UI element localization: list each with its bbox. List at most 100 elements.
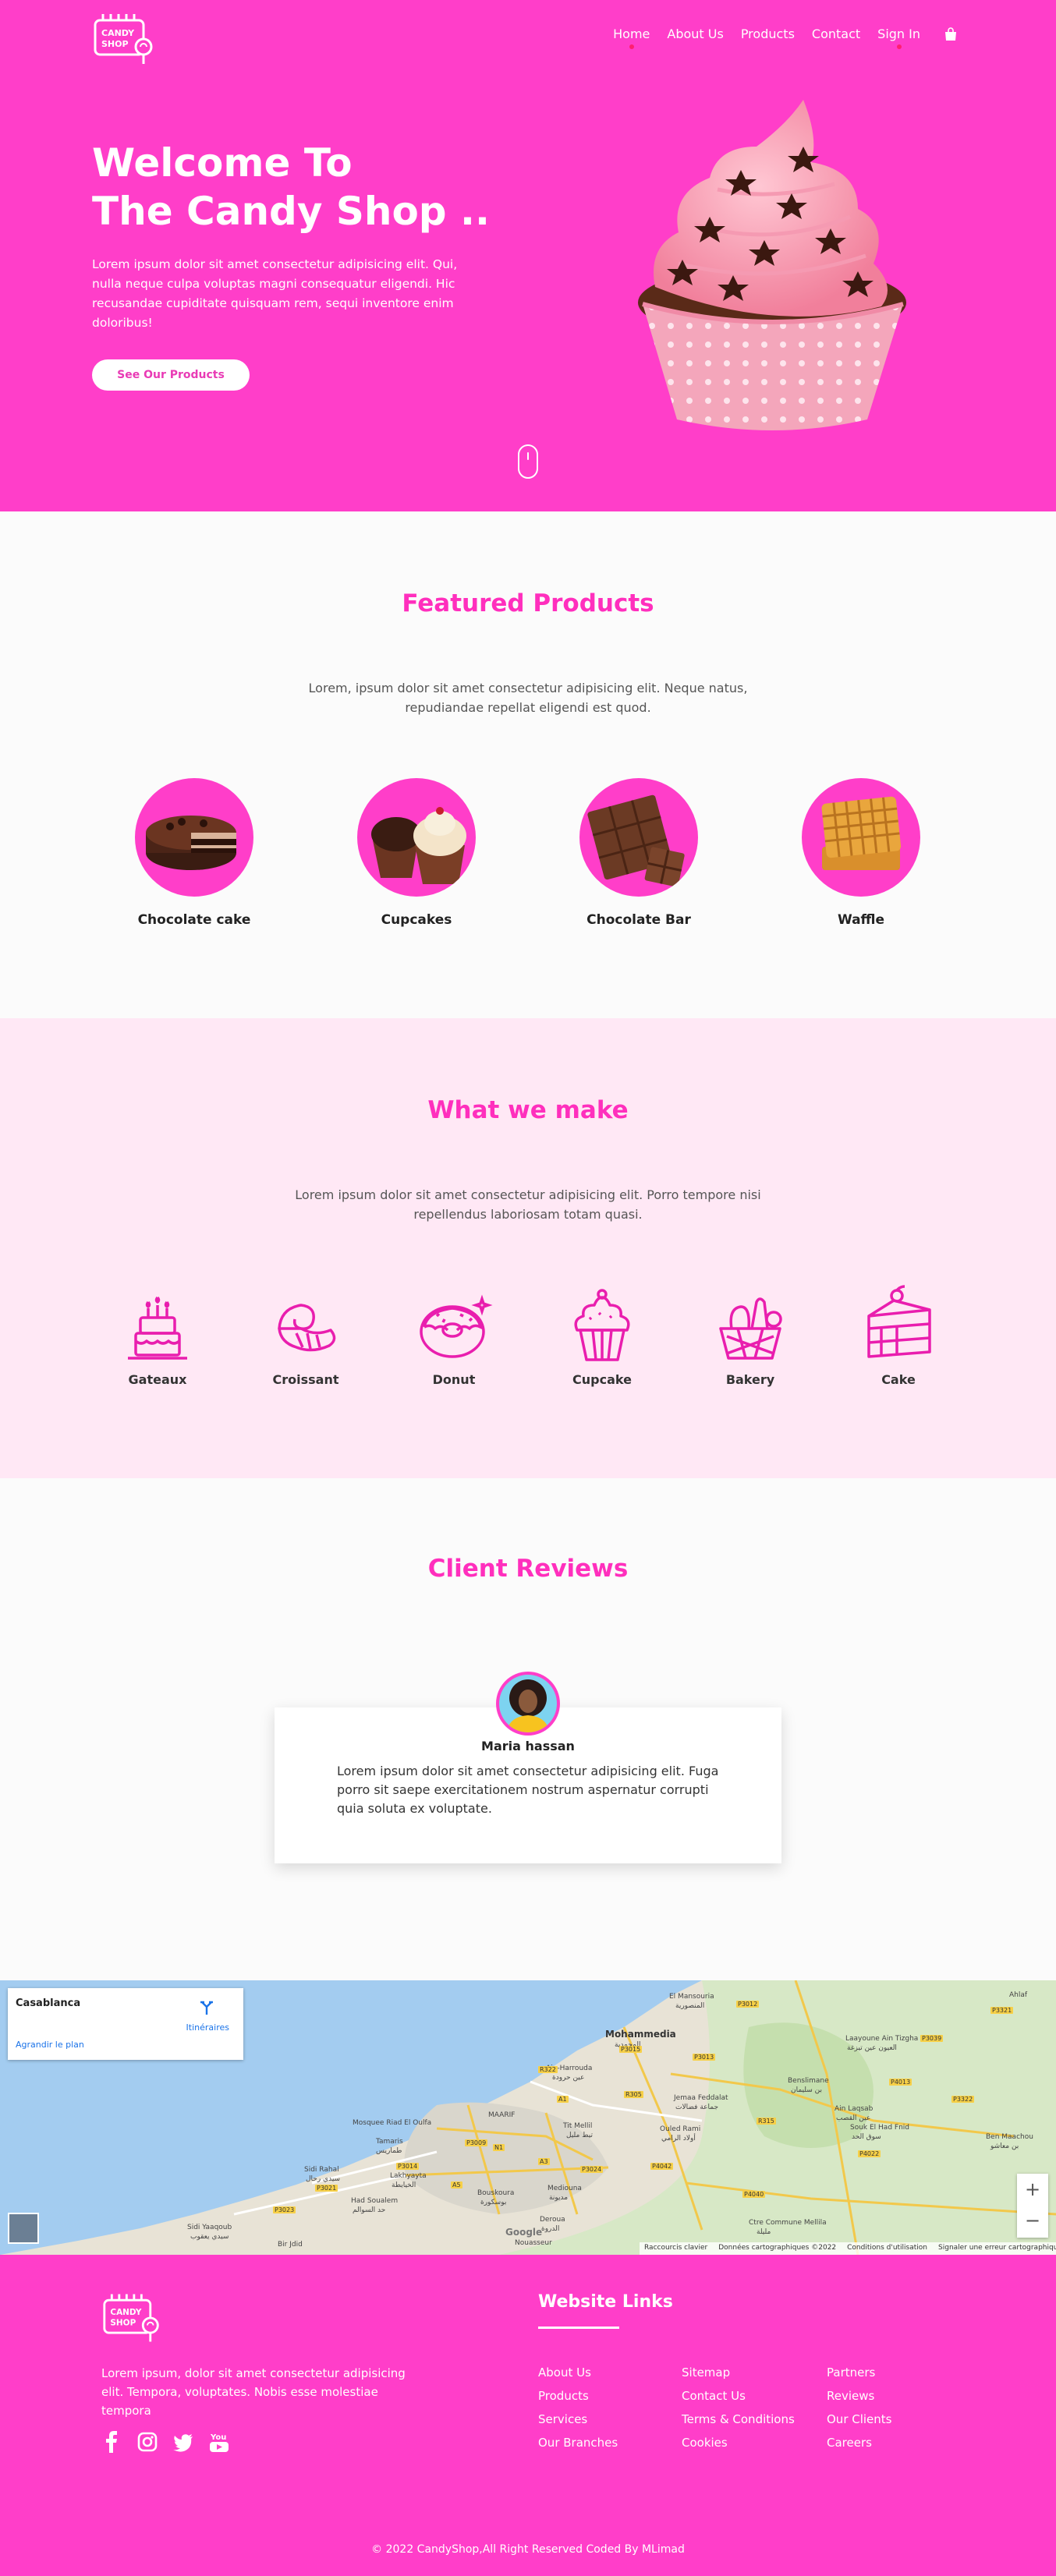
directions-icon[interactable] bbox=[198, 1999, 215, 2016]
directions-link[interactable]: Itinéraires bbox=[186, 2022, 229, 2033]
map-road: R322 bbox=[538, 2066, 558, 2073]
footer-link[interactable]: Our Branches bbox=[538, 2431, 618, 2454]
make-name: Cake bbox=[881, 1372, 916, 1387]
zoom-in-button[interactable]: + bbox=[1017, 2174, 1048, 2205]
review-text: Lorem ipsum dolor sit amet consectetur a… bbox=[337, 1764, 719, 1816]
footer-about: Lorem ipsum, dolor sit amet consectetur … bbox=[101, 2366, 406, 2418]
make-list: Gateaux Croissant Donut Cupcake Bakery C… bbox=[0, 1285, 1056, 1394]
product-list: Chocolate cake Cupcakes Chocolate Bar Wa… bbox=[0, 778, 1056, 942]
map-label: بن سليمان bbox=[791, 2086, 823, 2094]
map-road: P4042 bbox=[650, 2163, 674, 2170]
footer-link[interactable]: Products bbox=[538, 2384, 618, 2408]
map-label: Bouskoura bbox=[477, 2189, 515, 2197]
logo-text-2: SHOP bbox=[110, 2319, 136, 2328]
map-label: Benslimane bbox=[788, 2077, 829, 2085]
nav-home[interactable]: Home bbox=[613, 27, 650, 49]
map-label: جماعة فضالات bbox=[675, 2104, 719, 2111]
youtube-icon[interactable]: You bbox=[209, 2431, 229, 2453]
footer-link[interactable]: Cookies bbox=[682, 2431, 795, 2454]
nav-products[interactable]: Products bbox=[741, 27, 795, 41]
terms-link[interactable]: Conditions d'utilisation bbox=[847, 2244, 927, 2253]
make-item[interactable]: Cake bbox=[844, 1285, 953, 1387]
nav-contact[interactable]: Contact bbox=[812, 27, 860, 41]
footer: CANDY SHOP Lorem ipsum, dolor sit amet c… bbox=[0, 2255, 1056, 2576]
map-road: P4022 bbox=[858, 2150, 881, 2157]
map-road: P3021 bbox=[315, 2185, 338, 2192]
mouse-scroll-icon[interactable] bbox=[518, 444, 538, 479]
map-road: P3322 bbox=[951, 2096, 975, 2103]
enlarge-map-link[interactable]: Agrandir le plan bbox=[16, 2040, 84, 2050]
make-item[interactable]: Bakery bbox=[696, 1285, 805, 1387]
map-road: P3013 bbox=[693, 2054, 716, 2061]
location-map[interactable]: Mohammedia المحمدية El Mansouria المنصور… bbox=[0, 1980, 1056, 2255]
map-road: R305 bbox=[624, 2091, 643, 2098]
map-label: Ahlaf bbox=[1009, 1991, 1028, 1999]
product-card[interactable]: Waffle bbox=[767, 778, 955, 928]
product-card[interactable]: Cupcakes bbox=[323, 778, 510, 928]
facebook-icon[interactable] bbox=[101, 2431, 122, 2453]
make-name: Gateaux bbox=[128, 1372, 187, 1387]
map-label: MAARIF bbox=[488, 2111, 516, 2119]
make-name: Bakery bbox=[725, 1372, 775, 1387]
nav-about[interactable]: About Us bbox=[667, 27, 723, 41]
make-item[interactable]: Donut bbox=[399, 1285, 509, 1387]
map-road: N1 bbox=[493, 2144, 505, 2151]
nav-sign-in[interactable]: Sign In bbox=[877, 27, 920, 49]
map-label: بن معاشو bbox=[990, 2143, 1019, 2150]
map-label: عين القصب bbox=[836, 2114, 871, 2122]
hero-title: Welcome To The Candy Shop .. bbox=[92, 139, 490, 235]
satellite-toggle[interactable] bbox=[8, 2213, 39, 2244]
footer-link[interactable]: Services bbox=[538, 2408, 618, 2431]
donut-icon bbox=[420, 1294, 493, 1358]
product-name: Cupcakes bbox=[381, 912, 452, 928]
map-road: A1 bbox=[557, 2096, 569, 2103]
map-label: El Mansouria bbox=[669, 1993, 714, 2001]
avatar bbox=[496, 1672, 560, 1736]
cupcakes-image bbox=[357, 778, 476, 897]
twitter-icon[interactable] bbox=[173, 2431, 193, 2453]
map-data-text: Données cartographiques ©2022 bbox=[718, 2244, 837, 2252]
logo-text-1: CANDY bbox=[110, 2308, 141, 2317]
map-label: Had Soualem bbox=[351, 2197, 399, 2205]
footer-link[interactable]: Our Clients bbox=[827, 2408, 892, 2431]
hero-section: CANDY SHOP Home About Us Products Contac… bbox=[0, 0, 1056, 511]
keyboard-shortcuts-link[interactable]: Raccourcis clavier bbox=[644, 2244, 707, 2253]
map-label: Sidi Yaaqoub bbox=[187, 2224, 232, 2231]
instagram-icon[interactable] bbox=[137, 2431, 158, 2453]
map-label: طماريس bbox=[376, 2147, 402, 2155]
zoom-out-button[interactable]: − bbox=[1017, 2205, 1048, 2236]
make-item[interactable]: Gateaux bbox=[103, 1285, 212, 1387]
make-item[interactable]: Croissant bbox=[251, 1285, 360, 1387]
footer-link[interactable]: Partners bbox=[827, 2361, 892, 2384]
footer-link[interactable]: Terms & Conditions bbox=[682, 2408, 795, 2431]
candy-shop-logo[interactable]: CANDY SHOP bbox=[101, 2291, 162, 2345]
make-item[interactable]: Cupcake bbox=[547, 1285, 657, 1387]
map-label: الخيايطة bbox=[392, 2181, 416, 2189]
product-card[interactable]: Chocolate Bar bbox=[545, 778, 732, 928]
map-road: P4040 bbox=[742, 2191, 766, 2198]
footer-link[interactable]: Reviews bbox=[827, 2384, 892, 2408]
footer-link[interactable]: Contact Us bbox=[682, 2384, 795, 2408]
product-card[interactable]: Chocolate cake bbox=[101, 778, 288, 928]
make-name: Donut bbox=[432, 1372, 476, 1387]
copyright-text: © 2022 CandyShop,All Right Reserved Code… bbox=[371, 2543, 685, 2556]
hero-title-line-1: Welcome To bbox=[92, 140, 353, 186]
footer-link[interactable]: About Us bbox=[538, 2361, 618, 2384]
chocolate-bar-image bbox=[579, 778, 698, 897]
report-error-link[interactable]: Signaler une erreur cartographique bbox=[938, 2244, 1056, 2253]
shopping-bag-icon[interactable] bbox=[944, 27, 958, 41]
see-products-button[interactable]: See Our Products bbox=[92, 359, 250, 391]
footer-link[interactable]: Careers bbox=[827, 2431, 892, 2454]
candy-shop-logo[interactable]: CANDY SHOP bbox=[92, 11, 156, 67]
links-divider bbox=[538, 2327, 619, 2329]
hero-title-line-2: The Candy Shop .. bbox=[92, 189, 490, 234]
map-label: Deroua bbox=[540, 2216, 565, 2224]
make-title: What we make bbox=[427, 1096, 629, 1124]
footer-link[interactable]: Sitemap bbox=[682, 2361, 795, 2384]
map-label: Laayoune Ain Tizgha bbox=[845, 2035, 919, 2043]
map-label: Tamaris bbox=[376, 2138, 403, 2146]
map-road: R315 bbox=[757, 2118, 776, 2125]
map-label: أولاد الرامي bbox=[661, 2135, 696, 2143]
map-label: Ben Maachou bbox=[986, 2133, 1033, 2141]
make-name: Cupcake bbox=[572, 1372, 632, 1387]
